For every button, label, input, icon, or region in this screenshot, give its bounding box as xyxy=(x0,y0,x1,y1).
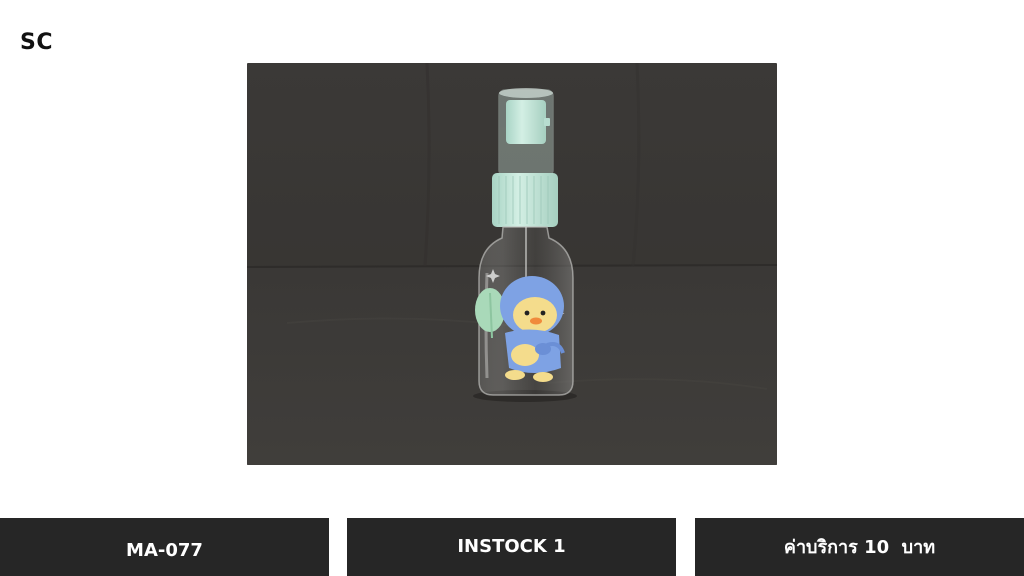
stock-tile: INSTOCK 1 xyxy=(347,518,676,576)
product-code-tile: MA-077 xyxy=(0,518,329,576)
product-code: MA-077 xyxy=(126,539,203,561)
stock-status: INSTOCK 1 xyxy=(457,535,566,557)
product-photo xyxy=(247,63,777,465)
service-fee: ค่าบริการ 10 บาท xyxy=(783,536,936,558)
brand-logo: SC xyxy=(20,30,53,55)
service-fee-tile: ค่าบริการ 10 บาท xyxy=(695,518,1024,576)
